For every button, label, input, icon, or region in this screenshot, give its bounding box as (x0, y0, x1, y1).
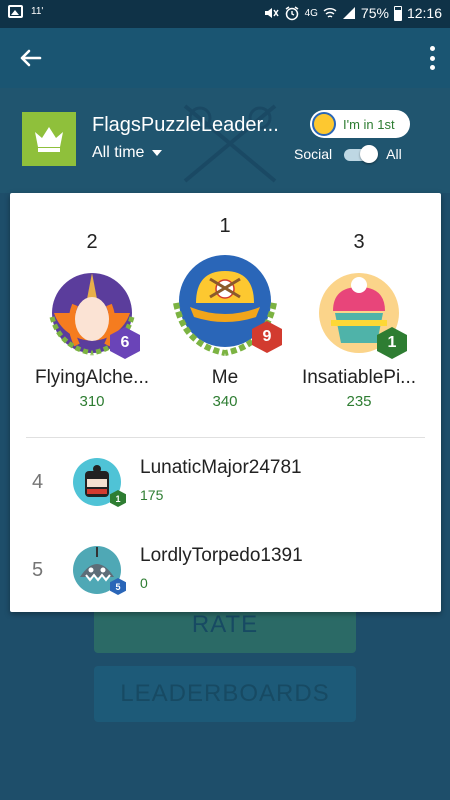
social-all-switch-row: Social All (294, 145, 402, 163)
crossed-sticks-icon (183, 104, 277, 183)
player-name: FlyingAlche... (34, 367, 150, 388)
app-bar (0, 28, 450, 88)
podium-rank: 1 (219, 215, 231, 237)
clock: 12:16 (406, 5, 442, 21)
podium-second[interactable]: 2 6 FlyingAlche... 310 (22, 231, 162, 410)
player-score: 310 (79, 393, 105, 410)
network-type: 4G (304, 7, 318, 19)
time-filter-dropdown[interactable]: All time (92, 144, 163, 162)
leaderboards-button[interactable]: LEADERBOARDS (94, 666, 356, 722)
social-all-toggle[interactable] (342, 145, 379, 163)
player-score: 0 (140, 575, 148, 591)
divider (26, 437, 425, 438)
alarm-icon (285, 6, 298, 21)
player-avatar: 1 (72, 457, 126, 507)
player-name: Me (211, 367, 239, 388)
wifi-icon (323, 8, 337, 18)
leaderboard-row[interactable]: 5 5 LordlyTorpedo1391 0 (10, 531, 441, 611)
podium-rank: 2 (86, 231, 98, 253)
battery-percent: 75% (360, 5, 389, 21)
player-score: 175 (140, 487, 164, 503)
player-avatar: 5 (72, 545, 126, 595)
podium-first[interactable]: 1 9 Me 340 (155, 215, 295, 410)
player-avatar-icon (312, 112, 336, 136)
status-bar: 11' 4G 75% 12:16 (0, 0, 450, 28)
crown-icon (22, 112, 76, 166)
signal-icon (342, 7, 355, 19)
rank-pill-label: I'm in 1st (343, 116, 395, 132)
image-icon (8, 5, 23, 18)
mute-icon (264, 8, 279, 18)
player-name: LordlyTorpedo1391 (140, 545, 303, 566)
leaderboard-row[interactable]: 4 1 LunaticMajor24781 175 (10, 443, 441, 523)
signal-label: 11' (31, 6, 44, 17)
row-rank: 5 (32, 559, 44, 581)
all-label: All (386, 146, 402, 162)
player-name: InsatiablePi... (301, 367, 417, 388)
player-score: 235 (346, 393, 372, 410)
social-label: Social (294, 146, 333, 162)
podium-rank: 3 (353, 231, 365, 253)
dropdown-caret-icon (152, 150, 163, 156)
battery-icon (393, 5, 402, 21)
more-vert-icon[interactable] (428, 46, 436, 70)
rank-pill[interactable]: I'm in 1st (310, 110, 410, 138)
leaderboard-header: FlagsPuzzleLeader... All time I'm in 1st… (0, 88, 450, 193)
toggle-knob (360, 145, 379, 163)
leaderboard-card: 2 6 FlyingAlche... 310 1 9 Me 340 3 1 In… (10, 193, 441, 612)
player-name: LunaticMajor24781 (140, 457, 302, 478)
player-score: 340 (212, 393, 238, 410)
player-avatar: 9 (166, 243, 284, 361)
leaderboard-title: FlagsPuzzleLeader... (92, 114, 279, 136)
podium-third[interactable]: 3 1 InsatiablePi... 235 (289, 231, 429, 410)
time-filter-label: All time (92, 144, 145, 161)
back-arrow-icon[interactable] (16, 44, 44, 72)
player-avatar: 1 (311, 265, 407, 361)
row-rank: 4 (32, 471, 44, 493)
player-avatar: 6 (44, 265, 140, 361)
